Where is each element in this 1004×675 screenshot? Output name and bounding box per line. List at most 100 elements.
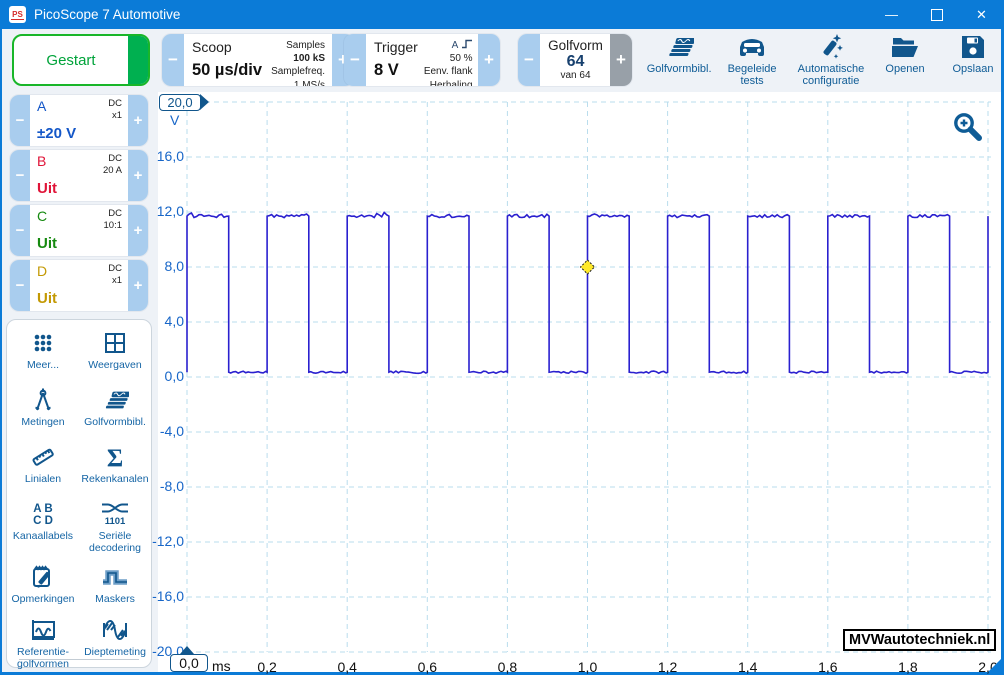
- timebase-decrease-button[interactable]: −: [162, 34, 184, 86]
- channel-c-range: Uit: [37, 235, 57, 252]
- sidebar-item-masks[interactable]: Maskers: [79, 559, 151, 612]
- waveform-plot[interactable]: [158, 92, 1001, 672]
- rising-edge-icon: [461, 39, 473, 49]
- window-title: PicoScope 7 Automotive: [34, 7, 180, 22]
- minimize-button[interactable]: —: [869, 0, 914, 29]
- toolbar-actions: Golfvormbibl. Begeleide tests Automatisc…: [648, 31, 1004, 89]
- window-border-left: [0, 29, 2, 675]
- svg-text:C D: C D: [33, 515, 53, 527]
- waveform-library-button[interactable]: Golfvormbibl.: [648, 31, 710, 89]
- toolbar-action-label: Openen: [885, 63, 924, 75]
- sidebar-item-label: Referentie-golfvormen: [9, 646, 77, 670]
- ruler-icon: [29, 443, 57, 471]
- guided-tests-button[interactable]: Begeleide tests: [716, 31, 788, 89]
- auto-setup-button[interactable]: Automatische configuratie: [794, 31, 868, 89]
- y-tick-label: -4,0: [138, 423, 184, 439]
- sidebar-item-label: Maskers: [95, 593, 135, 605]
- sidebar-item-label: Dieptemeting: [84, 646, 146, 658]
- channel-a-card[interactable]: − A DC x1 ±20 V +: [10, 95, 148, 146]
- timebase-info: Samples 100 kS Samplefreq. 1 MS/s: [271, 39, 325, 80]
- channel-a-range: ±20 V: [37, 125, 76, 142]
- close-button[interactable]: ✕: [959, 0, 1004, 29]
- y-tick-label: -16,0: [138, 588, 184, 604]
- waveform-library-icon: [101, 386, 129, 414]
- y-axis-marker-arrow-icon: [200, 94, 209, 110]
- channel-c-decrease-button[interactable]: −: [10, 205, 30, 256]
- time-zero-marker[interactable]: 0,0: [170, 654, 208, 672]
- sidebar-item-reference-waveforms[interactable]: Referentie-golfvormen: [7, 612, 79, 670]
- save-button[interactable]: Opslaan: [942, 31, 1004, 89]
- sidebar-item-serial-decoding[interactable]: 1101 Seriële decodering: [79, 496, 151, 559]
- channel-b-probe: 20 A: [103, 165, 122, 177]
- sidebar-tools-panel: Meer... Weergaven Metingen: [6, 319, 152, 668]
- waveform-library-icon: [664, 32, 694, 62]
- watermark: MVWautotechniek.nl: [843, 629, 996, 651]
- sidebar-item-channel-labels[interactable]: A B C D Kanaallabels: [7, 496, 79, 559]
- waveform-next-button[interactable]: +: [610, 34, 632, 86]
- timebase-card[interactable]: Scoop 50 µs/div Samples 100 kS Samplefre…: [184, 34, 332, 86]
- x-tick-label: 0,8: [498, 659, 517, 675]
- math-sigma-icon: Σ: [101, 443, 129, 471]
- picoscope-window: PS PicoScope 7 Automotive — ✕ Gestart − …: [0, 0, 1004, 675]
- auto-setup-wand-icon: [816, 32, 846, 62]
- open-button[interactable]: Openen: [874, 31, 936, 89]
- trigger-level-value: 8 V: [374, 61, 418, 80]
- channel-b-decrease-button[interactable]: −: [10, 150, 30, 201]
- waveform-buffer-group: − Golfvorm 64 van 64 +: [518, 34, 632, 86]
- channel-b-coupling: DC: [103, 153, 122, 165]
- channel-b-card[interactable]: − B DC 20 A Uit +: [10, 150, 148, 201]
- svg-text:A B: A B: [33, 503, 52, 515]
- channel-d-decrease-button[interactable]: −: [10, 260, 30, 311]
- y-tick-label: 4,0: [138, 313, 184, 329]
- x-tick-label: 1,8: [898, 659, 917, 675]
- x-tick-label: 0,6: [418, 659, 437, 675]
- waveform-previous-button[interactable]: −: [518, 34, 540, 86]
- zoom-tool-button[interactable]: [951, 110, 985, 144]
- masks-icon: [100, 563, 130, 591]
- maximize-button[interactable]: [914, 0, 959, 29]
- trigger-marker-diamond[interactable]: [581, 260, 595, 274]
- trigger-increase-button[interactable]: +: [478, 34, 500, 86]
- sidebar-item-notes[interactable]: Opmerkingen: [7, 559, 79, 612]
- views-grid-icon: [101, 329, 129, 357]
- channel-d-card[interactable]: − D DC x1 Uit +: [10, 260, 148, 311]
- x-tick-label: 1,2: [658, 659, 677, 675]
- channel-d-meta: DC x1: [108, 263, 122, 287]
- resize-grip[interactable]: [988, 659, 1001, 672]
- x-tick-label: 1,6: [818, 659, 837, 675]
- channel-a-decrease-button[interactable]: −: [10, 95, 30, 146]
- sidebar-item-measurements[interactable]: Metingen: [7, 382, 79, 439]
- trigger-decrease-button[interactable]: −: [344, 34, 366, 86]
- y-axis-top-marker[interactable]: 20,0: [159, 94, 201, 111]
- channel-c-card[interactable]: − C DC 10:1 Uit +: [10, 205, 148, 256]
- sidebar-item-rulers[interactable]: Linialen: [7, 439, 79, 496]
- app-logo-icon: PS: [9, 6, 26, 23]
- open-folder-icon: [890, 32, 920, 62]
- sidebar-item-label: Golfvormbibl.: [84, 416, 146, 428]
- sidebar-item-label: Meer...: [27, 359, 59, 371]
- y-axis-unit: V: [170, 112, 179, 128]
- svg-text:1101: 1101: [105, 516, 126, 527]
- scope-view[interactable]: 16,012,08,04,00,0-4,0-8,0-12,0-16,0-20,0…: [158, 92, 1001, 672]
- sidebar-item-depth-gauge[interactable]: Dieptemeting: [79, 612, 151, 670]
- waveform-buffer-card[interactable]: Golfvorm 64 van 64: [540, 34, 610, 86]
- channel-a-increase-button[interactable]: +: [128, 95, 148, 146]
- sidebar-item-more[interactable]: Meer...: [7, 325, 79, 382]
- sidebar-item-label: Metingen: [21, 416, 64, 428]
- start-stop-button[interactable]: Gestart: [12, 34, 150, 86]
- sidebar-item-label: Opmerkingen: [11, 593, 74, 605]
- channel-a-label: A: [37, 98, 46, 114]
- trigger-group: − Trigger 8 V A 50 % Eenv. flank Herhali…: [344, 34, 500, 86]
- toolbar-action-label: Golfvormbibl.: [647, 63, 712, 75]
- channel-d-range: Uit: [37, 290, 57, 307]
- y-tick-label: -12,0: [138, 533, 184, 549]
- trigger-info: A 50 % Eenv. flank Herhaling: [424, 39, 473, 80]
- channel-c-probe: 10:1: [104, 220, 123, 232]
- channel-b-range: Uit: [37, 180, 57, 197]
- samplerate-label: Samplefreq.: [271, 65, 325, 78]
- trigger-card[interactable]: Trigger 8 V A 50 % Eenv. flank Herhaling: [366, 34, 478, 86]
- title-bar: PS PicoScope 7 Automotive — ✕: [0, 0, 1004, 29]
- serial-decoding-icon: 1101: [100, 500, 130, 528]
- samples-label: Samples: [271, 39, 325, 52]
- channel-c-coupling: DC: [104, 208, 123, 220]
